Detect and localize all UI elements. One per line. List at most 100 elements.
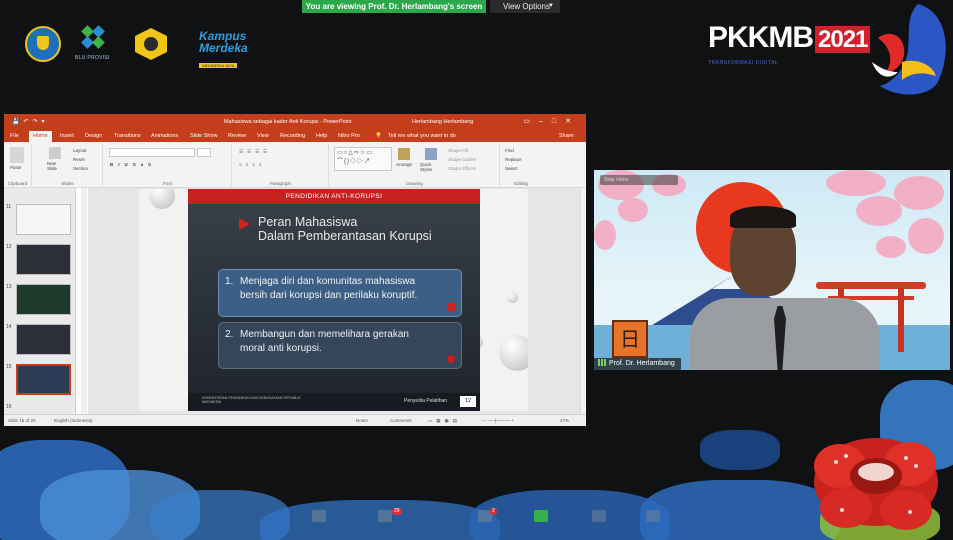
align-buttons[interactable]: ≡≡≡≡ [239, 162, 266, 167]
participant-name: Prof. Dr. Herlambang [609, 360, 675, 367]
new-slide-icon[interactable] [49, 147, 61, 159]
record-icon[interactable] [592, 510, 606, 522]
tab-transitions[interactable]: Transitions [114, 133, 141, 139]
chat-badge: 29 [392, 508, 402, 515]
paste-label[interactable]: Paste [10, 165, 22, 170]
slide-thumbnails-pane: 11 12 13 14 15 16 [4, 188, 76, 414]
tab-help[interactable]: Help [316, 133, 327, 139]
thumbnail-slide-14[interactable] [16, 324, 71, 355]
point-number: 2. [225, 329, 234, 340]
slide-footer: KEMENTERIAN PENDIDIKAN DAN KEBUDAYAAN RE… [188, 393, 480, 411]
tab-view[interactable]: View [257, 133, 269, 139]
select-button[interactable]: Select [505, 166, 518, 171]
quick-styles-icon[interactable] [425, 148, 437, 160]
tab-design[interactable]: Design [85, 133, 102, 139]
thumbnail-slide-13[interactable] [16, 284, 71, 315]
participant-video-tile[interactable]: 日 Stop Video Prof. Dr. Herlambang [594, 170, 950, 370]
pkkmb-logo: PKKMB 2021 TRANSFORMASI DIGITAL [708, 21, 871, 78]
powerpoint-window: 💾↶↷▾ Mahasiswa sebagai kader Anti Korups… [4, 114, 586, 426]
view-options-button[interactable]: View Options ▼ [490, 0, 560, 13]
point-text-line1: Menjaga diri dan komunitas mahasiswa [240, 276, 416, 287]
tab-insert[interactable]: Insert [60, 133, 74, 139]
window-controls[interactable]: ▭–□✕ [523, 117, 580, 125]
point-number: 1. [225, 276, 234, 287]
more-icon[interactable] [646, 510, 660, 522]
reset-button[interactable]: Reset [73, 157, 85, 162]
replace-button[interactable]: Replace [505, 157, 522, 162]
thumbnail-slide-11[interactable] [16, 204, 71, 235]
thumbnail-number: 14 [6, 324, 12, 330]
quick-access-toolbar[interactable]: 💾↶↷▾ [12, 118, 49, 125]
slide-page-number: 12 [460, 396, 476, 407]
video-top-button[interactable]: Stop Video [600, 175, 678, 185]
comments-button[interactable]: Comments [390, 418, 412, 423]
pkkmb-title: PKKMB [708, 21, 814, 54]
tab-slide-show[interactable]: Slide Show [190, 133, 218, 139]
tab-recording[interactable]: Recording [280, 133, 305, 139]
shape-outline-button[interactable]: Shape Outline [448, 157, 477, 162]
kampus-merdeka-logo: Kampus Merdeka INDONESIA JAYA [199, 30, 265, 68]
tab-home[interactable]: Home [29, 131, 52, 142]
red-dot-icon [447, 355, 455, 363]
slides-group: New Slide Layout Reset Section Slides [33, 144, 103, 186]
paragraph-group: ☰☰☰☰ ≡≡≡≡ Paragraph [233, 144, 329, 186]
font-format-buttons[interactable]: BIUSab [110, 162, 156, 167]
language-indicator[interactable]: English (Indonesia) [54, 418, 93, 423]
font-name-dropdown[interactable] [109, 148, 195, 157]
clipboard-label: Clipboard [7, 181, 28, 186]
zoom-level[interactable]: 47% [560, 418, 569, 423]
arrange-button[interactable]: Arrange [396, 162, 412, 167]
participants-icon[interactable] [312, 510, 326, 522]
blu-logo [80, 24, 112, 54]
new-slide-button[interactable]: New Slide [47, 161, 67, 171]
point-card-1: 1. Menjaga diri dan komunitas mahasiswa … [218, 269, 462, 317]
paste-icon[interactable] [10, 147, 24, 163]
pkkmb-subtitle: TRANSFORMASI DIGITAL [708, 60, 779, 66]
list-buttons[interactable]: ☰☰☰☰ [239, 149, 271, 155]
university-badge-logo [135, 28, 167, 60]
paragraph-label: Paragraph [269, 181, 291, 186]
thumbnail-number: 15 [6, 364, 12, 370]
slide-title-line2: Dalam Pemberantasan Korupsi [258, 229, 432, 243]
zoom-meeting-window: You are viewing Prof. Dr. Herlambang's s… [0, 0, 953, 540]
thumbnail-slide-12[interactable] [16, 244, 71, 275]
thumbnail-scrollbar[interactable] [81, 188, 87, 414]
slides-label: Slides [61, 181, 74, 186]
chat-icon[interactable] [378, 510, 392, 522]
tab-file[interactable]: File [10, 133, 19, 139]
shape-fill-button[interactable]: Shape Fill [448, 148, 468, 153]
share-screen-icon[interactable] [534, 510, 548, 522]
kampus-logo-tag: INDONESIA JAYA [199, 63, 238, 68]
thumbnail-number: 16 [6, 404, 12, 410]
quick-styles-button[interactable]: Quick Styles [420, 162, 444, 172]
tab-animations[interactable]: Animations [151, 133, 178, 139]
decorative-bubble [149, 189, 175, 209]
slide-title-line1: Peran Mahasiswa [258, 215, 358, 229]
notes-button[interactable]: Notes [356, 418, 368, 423]
find-button[interactable]: Find [505, 148, 514, 153]
editor-scrollbar[interactable] [580, 188, 586, 414]
blu-logo-label: BLU PROVISI [75, 55, 110, 61]
layout-button[interactable]: Layout [73, 148, 87, 153]
font-size-dropdown[interactable] [197, 148, 211, 157]
thumbnail-slide-15[interactable] [16, 364, 71, 395]
tell-me-search[interactable]: Tell me what you want to do [388, 133, 456, 139]
kanji-sign: 日 [612, 320, 648, 358]
current-slide[interactable]: PENDIDIKAN ANTI-KORUPSI Peran Mahasiswa … [139, 189, 528, 411]
tab-review[interactable]: Review [228, 133, 246, 139]
drawing-label: Drawing [406, 181, 423, 186]
pkkmb-emblem-icon [872, 4, 946, 95]
ribbon-tabs: File Home Insert Design Transitions Anim… [4, 130, 586, 142]
tab-nitro-pro[interactable]: Nitro Pro [338, 133, 360, 139]
thumbnail-number: 13 [6, 284, 12, 290]
share-button[interactable]: Share [559, 133, 574, 139]
ppt-status-bar: Slide 15 of 20 English (Indonesia) Notes… [4, 414, 586, 426]
decorative-bubble [499, 335, 528, 371]
view-mode-buttons[interactable]: ▭▦▣▤ [428, 418, 461, 424]
editing-group: Find Replace Select Editing [501, 144, 541, 186]
zoom-slider[interactable]: — ──┼──── + [482, 418, 514, 423]
shape-effects-button[interactable]: Shape Effects [448, 166, 476, 171]
section-button[interactable]: Section [73, 166, 88, 171]
tut-wuri-handayani-logo [25, 26, 61, 62]
arrange-icon[interactable] [398, 148, 410, 160]
